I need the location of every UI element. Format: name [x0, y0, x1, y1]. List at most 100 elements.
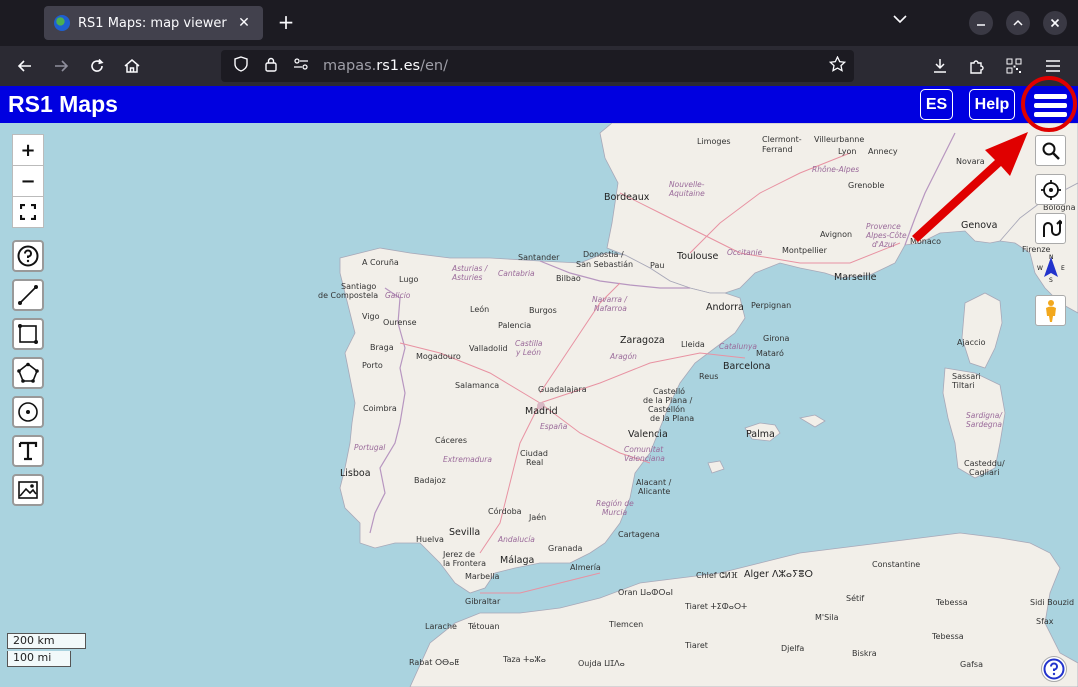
map-label: Larache: [425, 622, 457, 631]
route-button[interactable]: [1035, 213, 1066, 244]
add-text-button[interactable]: [12, 435, 44, 467]
shield-icon[interactable]: [231, 56, 251, 76]
map-label: Córdoba: [488, 507, 522, 516]
map-label: Almería: [570, 563, 601, 572]
back-icon[interactable]: [13, 54, 37, 78]
map-label: Palma: [746, 429, 775, 440]
map-label: Castellón: [648, 405, 686, 414]
add-image-button[interactable]: [12, 474, 44, 506]
menu-bar-icon: [1034, 112, 1067, 117]
globe-favicon-icon: [54, 15, 70, 31]
map-label: Cantabria: [498, 269, 535, 278]
map-canvas[interactable]: Limoges Clermont- Ferrand Villeurbanne L…: [0, 123, 1078, 687]
map-label: Jaén: [529, 513, 547, 522]
help-button[interactable]: Help: [969, 89, 1015, 120]
tab-rs1-maps[interactable]: RS1 Maps: map viewer ✕: [44, 6, 263, 40]
minimize-icon[interactable]: [969, 11, 993, 35]
permissions-icon[interactable]: [291, 58, 311, 74]
map-label: Tiltari: [952, 381, 975, 390]
lock-icon[interactable]: [261, 57, 281, 76]
qr-code-icon[interactable]: [1002, 54, 1026, 78]
close-window-icon[interactable]: [1043, 11, 1067, 35]
app-menu-icon[interactable]: [1041, 54, 1065, 78]
extensions-icon[interactable]: [965, 54, 989, 78]
url-text[interactable]: mapas.rs1.es/en/: [323, 58, 448, 74]
downloads-icon[interactable]: [928, 54, 952, 78]
map-label: Monaco: [910, 237, 942, 246]
text-icon: [18, 441, 38, 461]
map-label: Gibraltar: [465, 597, 501, 606]
map-label: Perpignan: [751, 301, 792, 310]
line-icon: [18, 285, 38, 305]
svg-text:S: S: [1049, 277, 1053, 283]
map-label: Biskra: [852, 649, 877, 658]
pegman-icon: [1045, 299, 1056, 322]
zoom-in-button[interactable]: +: [12, 134, 44, 166]
street-view-button[interactable]: [1035, 295, 1066, 326]
draw-line-button[interactable]: [12, 279, 44, 311]
scale-km: 200 km: [7, 633, 86, 649]
map-help-button[interactable]: [1041, 656, 1067, 682]
map-label: Lisboa: [340, 468, 371, 479]
map-label: Granada: [548, 544, 583, 553]
url-bar[interactable]: mapas.rs1.es/en/: [221, 50, 854, 82]
compass-button[interactable]: NW E S: [1035, 252, 1066, 283]
search-button[interactable]: [1035, 135, 1066, 166]
map-label: Sardigna/: [966, 411, 1002, 420]
svg-text:W: W: [1037, 265, 1043, 272]
map-label: Región de: [596, 499, 634, 508]
draw-circle-button[interactable]: [12, 396, 44, 428]
navigation-bar: mapas.rs1.es/en/: [0, 46, 1078, 86]
maximize-icon[interactable]: [1006, 11, 1030, 35]
map-label: Chlef ⵛⵍⴼ: [696, 571, 738, 580]
reload-icon[interactable]: [85, 54, 109, 78]
help-tool-button[interactable]: [12, 240, 44, 272]
rectangle-icon: [18, 324, 38, 344]
map-label: Taza ⵜⴰⵣⴰ: [503, 655, 546, 664]
map-label: Valladolid: [469, 344, 508, 353]
locate-button[interactable]: [1035, 174, 1066, 205]
search-icon: [1042, 142, 1060, 160]
tab-close-icon[interactable]: ✕: [235, 15, 253, 31]
draw-polygon-button[interactable]: [12, 357, 44, 389]
map-label: Constantine: [872, 560, 921, 569]
map-label: Sétif: [846, 594, 865, 603]
map-label: Tebessa: [932, 632, 964, 641]
language-button[interactable]: ES: [920, 89, 953, 120]
zoom-out-button[interactable]: −: [12, 165, 44, 197]
map-label: Grenoble: [848, 181, 885, 190]
map-label: de la Plana /: [643, 396, 693, 405]
map-label: Comunitat: [624, 445, 664, 454]
svg-text:E: E: [1061, 265, 1065, 272]
home-icon[interactable]: [120, 54, 144, 78]
map-label: Salamanca: [455, 381, 500, 390]
map-label: Vigo: [362, 312, 380, 321]
draw-rectangle-button[interactable]: [12, 318, 44, 350]
map-label: Sassari: [952, 372, 981, 381]
map-label: Nafarroa: [594, 304, 627, 313]
map-label: Portugal: [354, 443, 386, 452]
map-label: Clermont-: [762, 135, 802, 144]
map-label: Málaga: [500, 555, 535, 566]
question-icon: [17, 245, 39, 267]
forward-icon[interactable]: [49, 54, 73, 78]
map-label: d'Azur: [872, 240, 896, 249]
map-label: Tétouan: [468, 622, 500, 631]
map-label: Djelfa: [781, 644, 805, 653]
bookmark-star-icon[interactable]: [828, 55, 847, 77]
map-label: Real: [526, 458, 544, 467]
map-label: Aragón: [610, 352, 637, 361]
map-label: Valenciana: [624, 454, 665, 463]
scale-mi: 100 mi: [7, 651, 71, 667]
fullscreen-button[interactable]: [12, 196, 44, 228]
hamburger-menu-button[interactable]: [1031, 89, 1069, 120]
map-label: Cáceres: [435, 436, 468, 445]
new-tab-button[interactable]: +: [276, 12, 296, 32]
polygon-icon: [17, 362, 39, 383]
map-label: Toulouse: [677, 251, 719, 262]
map-label: Madrid: [525, 406, 558, 417]
map-label: Alacant /: [636, 478, 672, 487]
map-label: Avignon: [820, 230, 853, 239]
map-label: Nouvelle-: [669, 180, 705, 189]
list-all-tabs-icon[interactable]: [893, 12, 907, 28]
